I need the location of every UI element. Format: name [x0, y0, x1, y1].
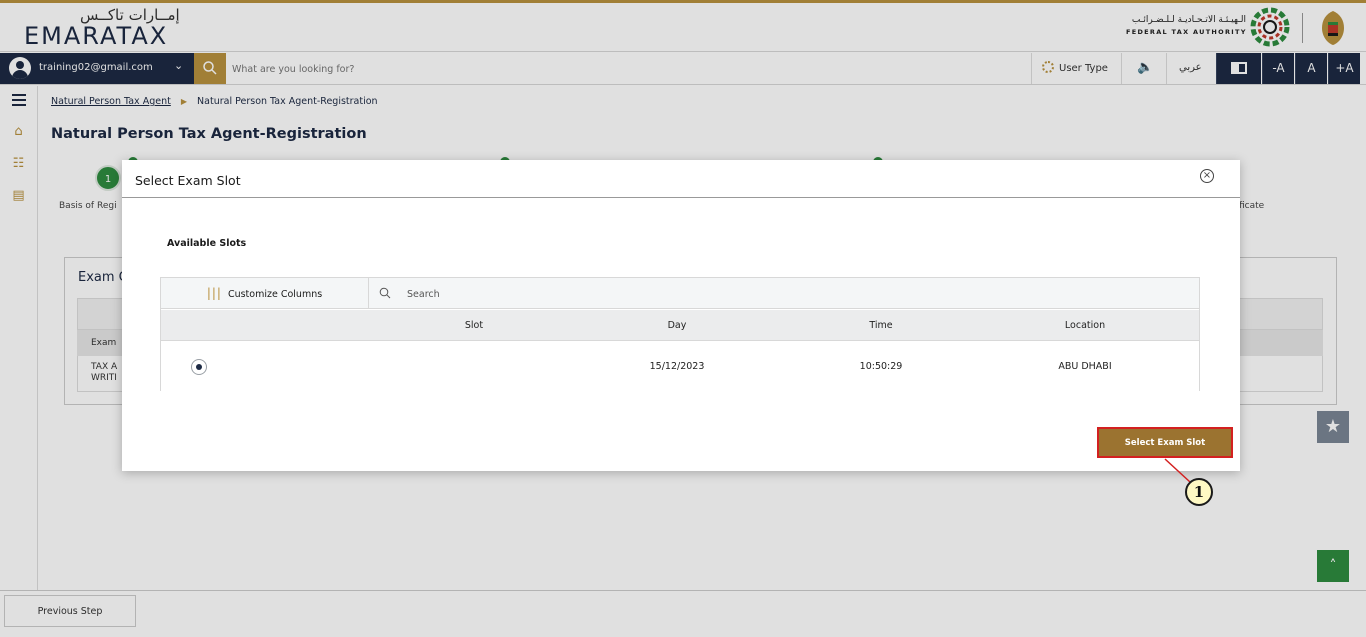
callout-pointer — [1164, 458, 1191, 483]
callout-number-badge: 1 — [1185, 478, 1213, 506]
